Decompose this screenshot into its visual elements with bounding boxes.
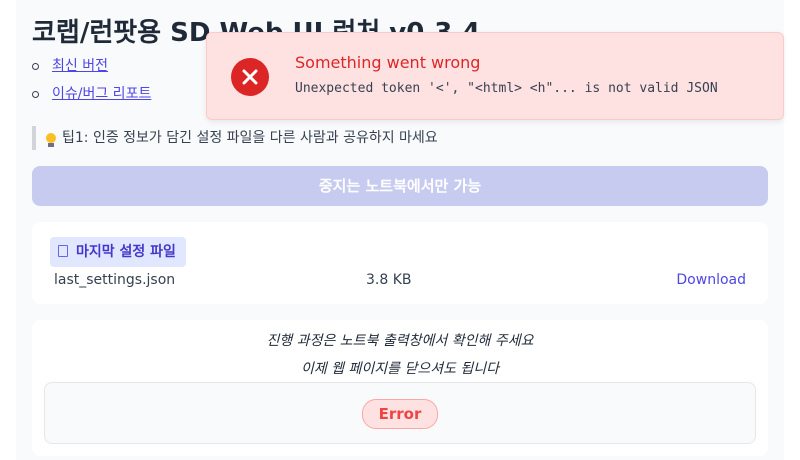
document-icon [58,245,68,257]
link-list: 최신 버전 이슈/버그 리포트 [30,56,151,112]
file-row: last_settings.json 3.8 KB Download [54,270,746,290]
tip-text: 팁1: 인증 정보가 담긴 설정 파일을 다른 사람과 공유하지 마세요 [62,130,438,146]
latest-version-link[interactable]: 최신 버전 [52,58,108,74]
file-label-badge: 마지막 설정 파일 [50,237,186,267]
tip-callout: 팁1: 인증 정보가 담긴 설정 파일을 다른 사람과 공유하지 마세요 [32,126,438,150]
error-status-badge: Error [362,399,438,429]
settings-file-card: 마지막 설정 파일 last_settings.json 3.8 KB Down… [32,222,768,304]
file-name: last_settings.json [54,272,176,288]
download-link[interactable]: Download [676,270,746,290]
stop-button[interactable]: 중지는 노트북에서만 가능 [32,166,768,206]
list-item: 최신 버전 [30,56,151,84]
file-size: 3.8 KB [366,272,412,288]
bullet-icon [32,91,39,98]
file-label-text: 마지막 설정 파일 [76,244,176,260]
progress-card: 진행 과정은 노트북 출력창에서 확인해 주세요 이제 웹 페이지를 닫으셔도 … [32,320,768,456]
close-x-icon [242,69,258,85]
issue-report-link[interactable]: 이슈/버그 리포트 [52,86,151,102]
toast-message: Unexpected token '<', "<html> <h"... is … [295,81,718,96]
error-icon [231,58,269,96]
close-page-message: 이제 웹 페이지를 닫으셔도 됩니다 [300,361,500,377]
lightbulb-icon [46,133,56,147]
error-toast: Something went wrong Unexpected token '<… [206,32,784,120]
status-box: Error [44,382,756,444]
list-item: 이슈/버그 리포트 [30,84,151,112]
launcher-page: 코랩/런팟용 SD Web UI 런처 v0.3.4 최신 버전 이슈/버그 리… [16,0,784,460]
bullet-icon [32,63,39,70]
toast-title: Something went wrong [295,53,481,72]
progress-message: 진행 과정은 노트북 출력창에서 확인해 주세요 [266,333,534,349]
